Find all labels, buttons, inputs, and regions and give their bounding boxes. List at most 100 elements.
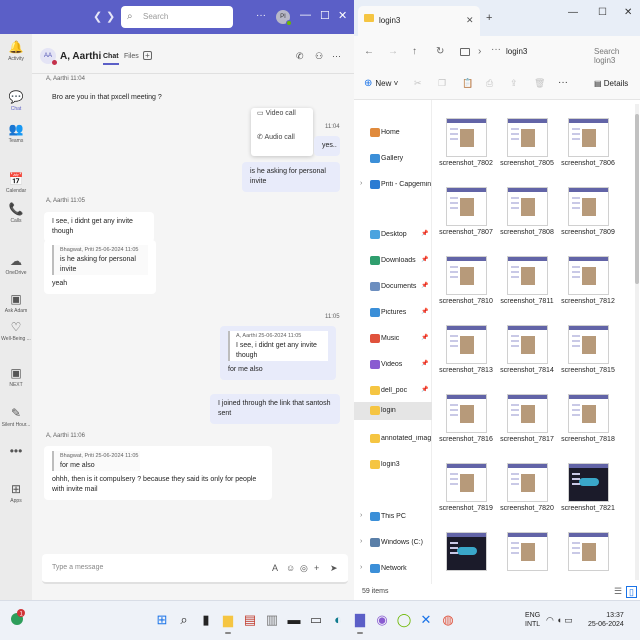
file-tile[interactable]: screenshot_7810 xyxy=(436,242,494,307)
send-icon[interactable]: ➤ xyxy=(330,563,338,574)
nav-item[interactable]: Music 📌 xyxy=(354,330,432,348)
file-tile[interactable]: screenshot_7806 xyxy=(558,104,616,169)
delete-icon[interactable]: 🗑 xyxy=(534,78,545,89)
share-icon[interactable]: ⇪ xyxy=(510,78,518,89)
nav-item[interactable]: login xyxy=(354,402,432,420)
rail-item[interactable]: ▣ NEXT xyxy=(0,366,32,388)
rail-item[interactable]: 🔔 Activity xyxy=(0,40,32,62)
chevron-right-icon[interactable]: › xyxy=(478,46,481,57)
paint-icon[interactable]: ◉ xyxy=(374,611,390,629)
search-icon[interactable]: ⌕ xyxy=(176,611,192,629)
search-input[interactable]: ⌕ Search xyxy=(121,6,233,28)
teams-icon[interactable]: ▇ xyxy=(352,611,368,634)
nav-item[interactable]: Home xyxy=(354,124,432,142)
more-path-icon[interactable]: ··· xyxy=(491,44,501,55)
nav-item[interactable]: Pictures 📌 xyxy=(354,304,432,322)
format-icon[interactable]: A xyxy=(272,563,278,573)
message-bubble[interactable]: yes.. xyxy=(314,136,340,156)
tab-chat[interactable]: Chat xyxy=(103,53,119,65)
attach-icon[interactable]: + xyxy=(314,563,319,573)
refresh-icon[interactable]: ↻ xyxy=(436,46,444,57)
chevron-right-icon[interactable]: › xyxy=(360,538,362,545)
message-bubble[interactable]: Bhagwat, Priti 25-06-2024 11:05 is he as… xyxy=(44,240,156,294)
file-tile[interactable]: screenshot_7818 xyxy=(558,380,616,445)
video-call-option[interactable]: ▭ Video call xyxy=(257,109,296,117)
add-tab-icon[interactable]: + xyxy=(143,51,152,60)
snipping-icon[interactable]: ▭ xyxy=(308,611,324,629)
pin-icon[interactable]: 📌 xyxy=(421,282,428,289)
nav-item[interactable]: › Network xyxy=(354,560,432,578)
forward-icon[interactable]: → xyxy=(388,46,398,57)
search-input[interactable]: Search login3 xyxy=(594,47,640,65)
emoji-icon[interactable]: ☺ xyxy=(286,563,295,573)
copy-icon[interactable]: ❐ xyxy=(438,78,446,89)
tab-files[interactable]: Files xyxy=(124,53,139,60)
file-tile[interactable]: screenshot_7808 xyxy=(497,173,555,238)
paste-icon[interactable]: 📋 xyxy=(462,78,473,89)
file-tile[interactable]: screenshot_7802 xyxy=(436,104,494,169)
pin-icon[interactable]: 📌 xyxy=(421,308,428,315)
vscode-icon[interactable]: ✕ xyxy=(418,611,434,629)
message-bubble[interactable]: I joined through the link that santosh s… xyxy=(210,394,340,424)
file-tile[interactable]: screenshot_7813 xyxy=(436,311,494,376)
file-tile[interactable]: screenshot_7817 xyxy=(497,380,555,445)
message-bubble[interactable]: Bro are you in that pxcell meeting ? xyxy=(44,88,244,108)
file-tile[interactable] xyxy=(497,518,555,583)
clock[interactable]: 13:37 25-06-2024 xyxy=(588,611,624,629)
file-tile[interactable] xyxy=(436,518,494,583)
maximize-icon[interactable]: ☐ xyxy=(320,9,330,22)
nav-item[interactable]: Videos 📌 xyxy=(354,356,432,374)
cut-icon[interactable]: ✂ xyxy=(414,78,422,89)
maximize-icon[interactable]: ☐ xyxy=(598,7,607,18)
call-icon[interactable]: ✆ xyxy=(296,51,304,62)
pin-icon[interactable]: 📌 xyxy=(421,360,428,367)
close-icon[interactable]: ✕ xyxy=(624,7,632,18)
pin-icon[interactable]: 📌 xyxy=(421,230,428,237)
edge-icon[interactable]: ◐ xyxy=(330,611,346,629)
rename-icon[interactable]: ⎙ xyxy=(486,78,493,89)
terminal-icon[interactable]: ▬ xyxy=(286,611,302,629)
close-icon[interactable]: ✕ xyxy=(338,9,347,22)
language-indicator[interactable]: ENG INTL xyxy=(525,611,540,629)
file-tile[interactable]: screenshot_7815 xyxy=(558,311,616,376)
rail-item[interactable]: 👥 Teams xyxy=(0,122,32,144)
start-icon[interactable]: ⊞ xyxy=(154,611,170,629)
loop-icon[interactable]: ◎ xyxy=(300,563,308,574)
audio-call-option[interactable]: ✆ Audio call xyxy=(257,133,295,141)
pin-icon[interactable]: 📌 xyxy=(421,386,428,393)
nav-item[interactable]: Gallery xyxy=(354,150,432,168)
more-options-icon[interactable]: ··· xyxy=(558,77,568,88)
compose-box[interactable]: Type a message A ☺ ◎ + ➤ xyxy=(42,554,348,584)
file-explorer-icon[interactable]: ▆ xyxy=(220,611,236,634)
nav-item[interactable]: annotated_images xyxy=(354,430,432,448)
rail-item[interactable]: 📅 Calendar xyxy=(0,172,32,194)
message-bubble[interactable]: I see, i didnt get any invite though xyxy=(44,212,154,242)
rail-item[interactable]: ☁ OneDrive xyxy=(0,254,32,276)
file-tile[interactable]: screenshot_7809 xyxy=(558,173,616,238)
close-tab-icon[interactable]: ✕ xyxy=(466,15,474,26)
up-icon[interactable]: ↑ xyxy=(412,46,417,57)
nav-item[interactable]: login3 xyxy=(354,456,432,474)
breadcrumb[interactable]: login3 xyxy=(506,47,527,56)
rail-item[interactable]: ✎ Silent Hour... xyxy=(0,406,32,428)
tab-login3[interactable]: login3 ✕ xyxy=(358,6,480,36)
file-tile[interactable]: screenshot_7811 xyxy=(497,242,555,307)
pin-icon[interactable]: 📌 xyxy=(421,334,428,341)
rail-item[interactable]: 💬 Chat xyxy=(0,90,32,112)
office-app-icon[interactable]: ▤ xyxy=(242,611,258,629)
rail-item[interactable]: ⊞ Apps xyxy=(0,482,32,504)
rail-item[interactable]: ••• xyxy=(0,444,32,460)
contact-name[interactable]: A, Aarthi xyxy=(60,51,101,62)
scrollbar[interactable] xyxy=(635,104,639,580)
chrome-icon[interactable]: ◍ xyxy=(440,611,456,629)
people-icon[interactable]: ⚇ xyxy=(315,51,323,62)
message-bubble[interactable]: Bhagwat, Priti 25-06-2024 11:05 for me a… xyxy=(44,446,272,500)
file-tile[interactable]: screenshot_7819 xyxy=(436,449,494,514)
file-tile[interactable]: screenshot_7814 xyxy=(497,311,555,376)
rail-item[interactable]: ▣ Ask Adam xyxy=(0,292,32,314)
nav-item[interactable]: › This PC xyxy=(354,508,432,526)
weather-widget-icon[interactable]: 1 xyxy=(8,609,26,627)
chevron-right-icon[interactable]: › xyxy=(360,564,362,571)
tiles-view-icon[interactable]: ▯ xyxy=(626,586,637,598)
file-tile[interactable]: screenshot_7812 xyxy=(558,242,616,307)
